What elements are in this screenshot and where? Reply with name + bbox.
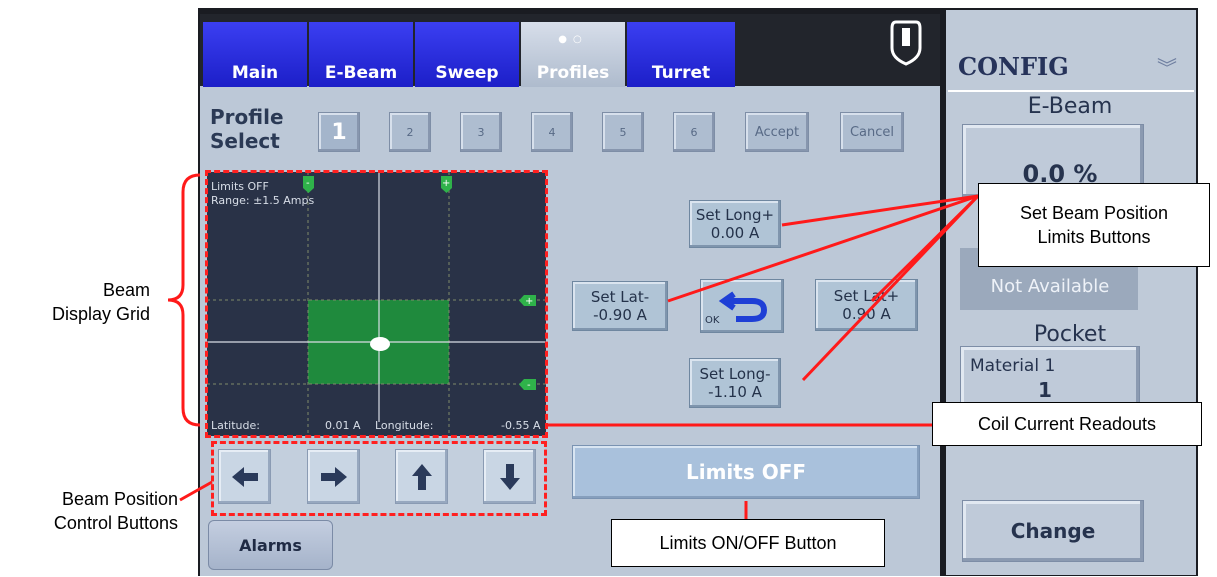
limits-onoff-callout: Limits ON/OFF Button <box>611 519 885 567</box>
coil-current-callout: Coil Current Readouts <box>932 402 1202 446</box>
set-limits-callout: Set Beam Position Limits Buttons <box>978 183 1210 267</box>
beam-display-grid-annotation: Beam Display Grid <box>51 280 150 324</box>
beam-position-control-annotation: Beam Position Control Buttons <box>53 489 178 533</box>
annotation-lines <box>167 173 980 520</box>
